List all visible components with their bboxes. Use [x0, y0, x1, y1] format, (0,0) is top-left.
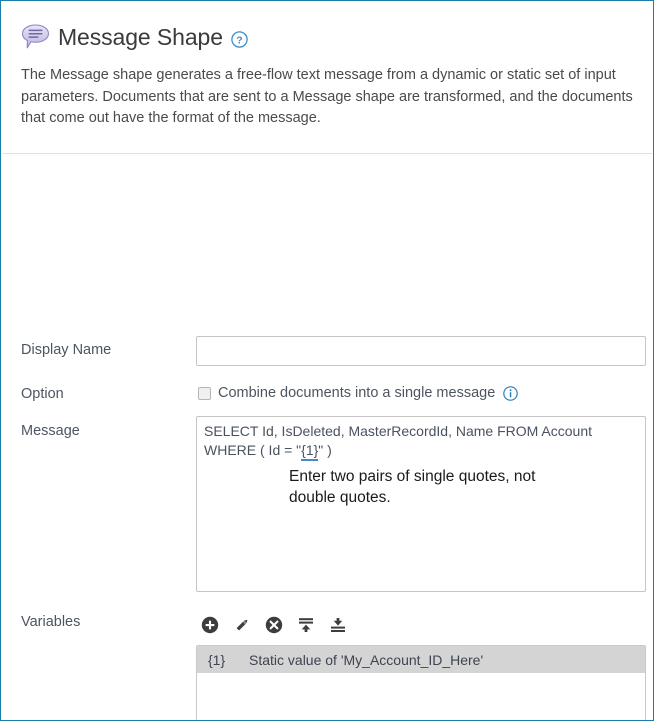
- option-row: Combine documents into a single message: [198, 383, 519, 403]
- message-shape-panel: Message Shape ? The Message shape genera…: [0, 0, 654, 721]
- combine-documents-checkbox[interactable]: [198, 386, 211, 400]
- page-title: Message Shape: [58, 23, 223, 50]
- annotation-callout: Enter two pairs of single quotes, not do…: [289, 468, 536, 506]
- delete-variable-button[interactable]: [264, 615, 284, 635]
- edit-variable-button[interactable]: [232, 615, 252, 635]
- title-row: Message Shape ?: [21, 17, 633, 57]
- add-variable-button[interactable]: [200, 615, 220, 635]
- message-label: Message: [21, 423, 80, 439]
- variable-description: Static value of 'My_Account_ID_Here': [249, 651, 484, 668]
- shape-form: Display Name Option Combine documents in…: [1, 153, 653, 720]
- combine-documents-label[interactable]: Combine documents into a single message: [218, 385, 495, 401]
- variables-label: Variables: [21, 614, 81, 630]
- message-text-after: " ): [318, 442, 332, 458]
- message-shape-icon: [21, 23, 51, 51]
- info-circle-icon[interactable]: [503, 385, 519, 401]
- message-textarea[interactable]: SELECT Id, IsDeleted, MasterRecordId, Na…: [196, 416, 646, 592]
- option-label: Option: [21, 386, 64, 402]
- help-circle-icon[interactable]: ?: [231, 30, 248, 48]
- table-row[interactable]: {1} Static value of 'My_Account_ID_Here': [197, 646, 645, 673]
- display-name-input[interactable]: [196, 336, 646, 366]
- variables-toolbar: [200, 614, 348, 636]
- panel-header: Message Shape ? The Message shape genera…: [1, 1, 653, 136]
- variable-key: {1}: [208, 651, 226, 668]
- message-token: {1}: [301, 442, 319, 461]
- message-text-content: SELECT Id, IsDeleted, MasterRecordId, Na…: [204, 422, 639, 461]
- svg-text:?: ?: [236, 34, 242, 46]
- message-text-before: SELECT Id, IsDeleted, MasterRecordId, Na…: [204, 423, 593, 458]
- move-to-top-button[interactable]: [296, 615, 316, 635]
- variables-list[interactable]: {1} Static value of 'My_Account_ID_Here': [196, 645, 646, 720]
- shape-description: The Message shape generates a free-flow …: [21, 67, 633, 126]
- move-to-bottom-button[interactable]: [328, 615, 348, 635]
- display-name-label: Display Name: [21, 342, 112, 358]
